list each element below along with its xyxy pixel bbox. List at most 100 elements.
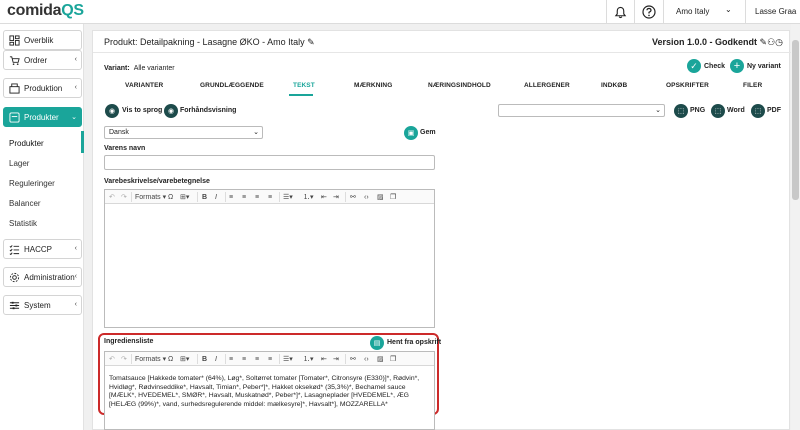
chevron-left-icon: ‹	[74, 245, 77, 252]
png-label[interactable]: PNG	[690, 107, 705, 114]
italic-icon[interactable]: I	[215, 192, 217, 202]
page-scrollbar[interactable]	[791, 24, 800, 430]
tab-grundlaeggende[interactable]: GRUNDLÆGGENDE	[200, 82, 264, 89]
new-variant-button[interactable]: +	[730, 59, 744, 73]
indent-icon[interactable]: ⇥	[333, 354, 339, 364]
preview-button[interactable]: ◉	[164, 104, 178, 118]
help-icon[interactable]	[641, 4, 657, 20]
save-button[interactable]: ▣	[404, 126, 418, 140]
special-char-icon[interactable]: Ω	[168, 192, 173, 202]
description-editor[interactable]: ↶ ↷ Formats ▾ Ω ⊞▾ B I ≡ ≡ ≡ ≡ ☰▾ ⒈▾ ⇤ ⇥…	[104, 189, 435, 328]
tab-tekst[interactable]: TEKST	[293, 82, 315, 89]
ingredients-text[interactable]: Tomatsauce [Hakkede tomater* (64%), Løg*…	[109, 375, 431, 409]
chevron-down-icon[interactable]: ⌄	[725, 5, 732, 14]
tab-varianter[interactable]: VARIANTER	[125, 82, 163, 89]
numbered-list-icon[interactable]: ⒈▾	[303, 192, 314, 202]
redo-icon[interactable]: ↷	[121, 354, 127, 364]
sidebar-item-haccp[interactable]: HACCP ‹	[3, 239, 82, 259]
ingredients-editor[interactable]: ↶ ↷ Formats ▾ Ω ⊞▾ B I ≡ ≡ ≡ ≡ ☰▾ ⒈▾ ⇤ ⇥…	[104, 351, 435, 430]
sidebar-subitem-produkter[interactable]: Produkter	[9, 139, 44, 148]
tab-naeringsindhold[interactable]: NÆRINGSINDHOLD	[428, 82, 491, 89]
image-icon[interactable]: ▨	[377, 354, 384, 364]
align-right-icon[interactable]: ≡	[255, 354, 259, 364]
align-justify-icon[interactable]: ≡	[268, 354, 272, 364]
align-left-icon[interactable]: ≡	[229, 192, 233, 202]
tab-maerkning[interactable]: MÆRKNING	[354, 82, 392, 89]
sidebar-item-overblik[interactable]: Overblik	[3, 30, 82, 50]
check-label[interactable]: Check	[704, 63, 725, 70]
sidebar-subitem-balancer[interactable]: Balancer	[9, 199, 41, 208]
undo-icon[interactable]: ↶	[109, 192, 115, 202]
code-icon[interactable]: ‹›	[364, 354, 369, 364]
align-left-icon[interactable]: ≡	[229, 354, 233, 364]
tab-allergener[interactable]: ALLERGENER	[524, 82, 570, 89]
bullet-list-icon[interactable]: ☰▾	[283, 192, 293, 202]
check-button[interactable]: ✓	[687, 59, 701, 73]
special-char-icon[interactable]: Ω	[168, 354, 173, 364]
pdf-label[interactable]: PDF	[767, 107, 781, 114]
link-icon[interactable]: ⚯	[350, 354, 356, 364]
company-selector[interactable]: Amo Italy	[676, 7, 709, 16]
editor-toolbar: ↶ ↷ Formats ▾ Ω ⊞▾ B I ≡ ≡ ≡ ≡ ☰▾ ⒈▾ ⇤ ⇥…	[105, 352, 434, 366]
table-icon[interactable]: ⊞▾	[180, 192, 189, 202]
tab-indkoeb[interactable]: INDKØB	[601, 82, 627, 89]
outdent-icon[interactable]: ⇤	[321, 192, 327, 202]
sidebar-item-produkter[interactable]: Produkter ⌄	[3, 107, 82, 127]
table-icon[interactable]: ⊞▾	[180, 354, 189, 364]
show-two-languages-label[interactable]: Vis to sprog	[122, 107, 162, 114]
word-button[interactable]: ⬚	[711, 104, 725, 118]
fetch-recipe-button[interactable]: ▤	[370, 336, 384, 350]
bold-icon[interactable]: B	[202, 354, 207, 364]
tab-filer[interactable]: FILER	[743, 82, 762, 89]
link-icon[interactable]: ⚯	[350, 192, 356, 202]
sidebar-item-label: System	[24, 300, 51, 310]
edit-pencil-icon[interactable]: ✎	[760, 37, 768, 47]
sidebar-item-administration[interactable]: Administration ‹	[3, 267, 82, 287]
template-select[interactable]: ⌄	[498, 104, 665, 117]
app-logo[interactable]: comidaQS	[7, 2, 84, 20]
align-justify-icon[interactable]: ≡	[268, 192, 272, 202]
history-icon[interactable]: ◷	[775, 37, 783, 47]
redo-icon[interactable]: ↷	[121, 192, 127, 202]
undo-icon[interactable]: ↶	[109, 354, 115, 364]
sidebar-subitem-lager[interactable]: Lager	[9, 159, 29, 168]
new-variant-label[interactable]: Ny variant	[747, 63, 781, 70]
scrollbar-thumb[interactable]	[792, 40, 799, 200]
align-center-icon[interactable]: ≡	[242, 354, 246, 364]
save-label[interactable]: Gem	[420, 129, 436, 136]
edit-pencil-icon[interactable]: ✎	[307, 37, 315, 47]
show-two-languages-button[interactable]: ◉	[105, 104, 119, 118]
fetch-recipe-label[interactable]: Hent fra opskrift	[387, 339, 441, 346]
bullet-list-icon[interactable]: ☰▾	[283, 354, 293, 364]
bold-icon[interactable]: B	[202, 192, 207, 202]
align-right-icon[interactable]: ≡	[255, 192, 259, 202]
sidebar-item-system[interactable]: System ‹	[3, 295, 82, 315]
sidebar-subitem-statistik[interactable]: Statistik	[9, 219, 37, 228]
language-select[interactable]: Dansk ⌄	[104, 126, 263, 139]
people-icon[interactable]: ⚇	[767, 37, 775, 47]
formats-dropdown[interactable]: Formats ▾	[135, 192, 166, 202]
image-icon[interactable]: ▨	[377, 192, 384, 202]
formats-dropdown[interactable]: Formats ▾	[135, 354, 166, 364]
sidebar-item-ordrer[interactable]: Ordrer ‹	[3, 50, 82, 70]
paste-icon[interactable]: ❐	[390, 192, 396, 202]
user-menu[interactable]: Lasse Graa	[755, 7, 796, 16]
name-input[interactable]	[104, 155, 435, 170]
outdent-icon[interactable]: ⇤	[321, 354, 327, 364]
word-label[interactable]: Word	[727, 107, 745, 114]
bell-icon[interactable]	[612, 4, 628, 20]
tab-opskrifter[interactable]: OPSKRIFTER	[666, 82, 709, 89]
italic-icon[interactable]: I	[215, 354, 217, 364]
paste-icon[interactable]: ❐	[390, 354, 396, 364]
selected-indicator	[81, 131, 84, 153]
pdf-button[interactable]: ⬚	[751, 104, 765, 118]
indent-icon[interactable]: ⇥	[333, 192, 339, 202]
sidebar-item-produktion[interactable]: Produktion ‹	[3, 78, 82, 98]
align-center-icon[interactable]: ≡	[242, 192, 246, 202]
variant-selector[interactable]: Variant: Alle varianter	[104, 65, 175, 72]
numbered-list-icon[interactable]: ⒈▾	[303, 354, 314, 364]
preview-label[interactable]: Forhåndsvisning	[180, 107, 236, 114]
sidebar-subitem-reguleringer[interactable]: Reguleringer	[9, 179, 55, 188]
code-icon[interactable]: ‹›	[364, 192, 369, 202]
png-button[interactable]: ⬚	[674, 104, 688, 118]
